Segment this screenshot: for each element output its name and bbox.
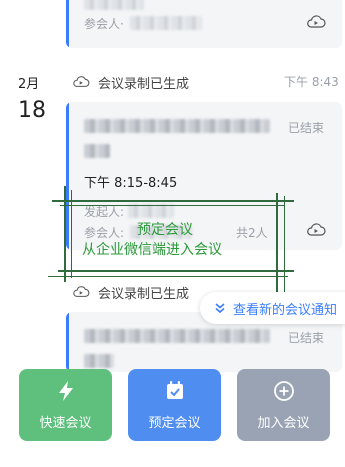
status-badge: 已结束	[288, 121, 325, 135]
join-meeting-button[interactable]: 加入会议	[237, 369, 330, 441]
annotation-frame-right	[276, 193, 278, 299]
calendar-check-icon	[165, 380, 185, 412]
annotation-frame-right-2	[284, 196, 285, 294]
blurred-initiator	[128, 204, 174, 218]
cloud-play-icon	[72, 74, 90, 93]
date-day: 18	[18, 98, 46, 123]
status-badge: 已结束	[288, 331, 325, 345]
card-accent	[66, 0, 69, 48]
quick-meeting-button[interactable]: 快速会议	[19, 369, 112, 441]
blurred-text	[84, 0, 144, 10]
annotation-frame-bottom	[58, 270, 294, 272]
join-meeting-label: 加入会议	[257, 415, 310, 431]
meeting-time: 下午 8:15-8:45	[84, 176, 178, 191]
annotation-line-2: 从企业微信端进入会议	[82, 242, 222, 258]
participants-count: 共2人	[236, 226, 268, 240]
card-accent	[66, 102, 69, 250]
annotation-line-1: 预定会议	[137, 222, 193, 238]
blurred-participants	[130, 16, 202, 30]
annotation-frame-top	[52, 200, 294, 202]
blurred-meeting-title	[84, 329, 270, 343]
new-notice-pill[interactable]: 查看新的会议通知	[200, 292, 345, 324]
event-time: 下午 8:43	[284, 75, 339, 89]
event-label: 会议录制已生成	[98, 77, 190, 92]
blurred-meeting-title-2	[84, 144, 110, 158]
participants-prefix: 参会人:	[84, 226, 125, 240]
event-label: 会议录制已生成	[98, 287, 190, 302]
card-accent	[66, 312, 69, 372]
meeting-card-top[interactable]: 参会人·	[66, 0, 342, 48]
participants-prefix: 参会人·	[84, 17, 124, 31]
annotation-frame-top-2	[60, 205, 285, 206]
annotation-frame-left	[64, 186, 66, 282]
blurred-meeting-title-2	[84, 354, 114, 368]
quick-meeting-label: 快速会议	[39, 415, 92, 431]
cloud-play-icon	[72, 284, 90, 303]
schedule-meeting-label: 预定会议	[148, 415, 201, 431]
date-month: 2月	[18, 77, 40, 92]
blurred-meeting-title	[84, 119, 270, 133]
annotation-frame-left-2	[71, 190, 72, 278]
annotation-frame-bottom-2	[48, 276, 288, 277]
participants-line: 参会人·	[84, 15, 124, 32]
meeting-card[interactable]: 已结束 下午 8:15-8:45 发起人: 参会人: 共2人	[66, 102, 342, 250]
new-notice-label: 查看新的会议通知	[233, 302, 338, 318]
lightning-icon	[56, 380, 76, 412]
plus-circle-icon	[273, 380, 295, 412]
schedule-meeting-button[interactable]: 预定会议	[128, 369, 221, 441]
cloud-play-icon[interactable]	[306, 222, 326, 242]
cloud-play-icon[interactable]	[306, 14, 326, 34]
double-chevron-down-icon	[214, 299, 226, 318]
